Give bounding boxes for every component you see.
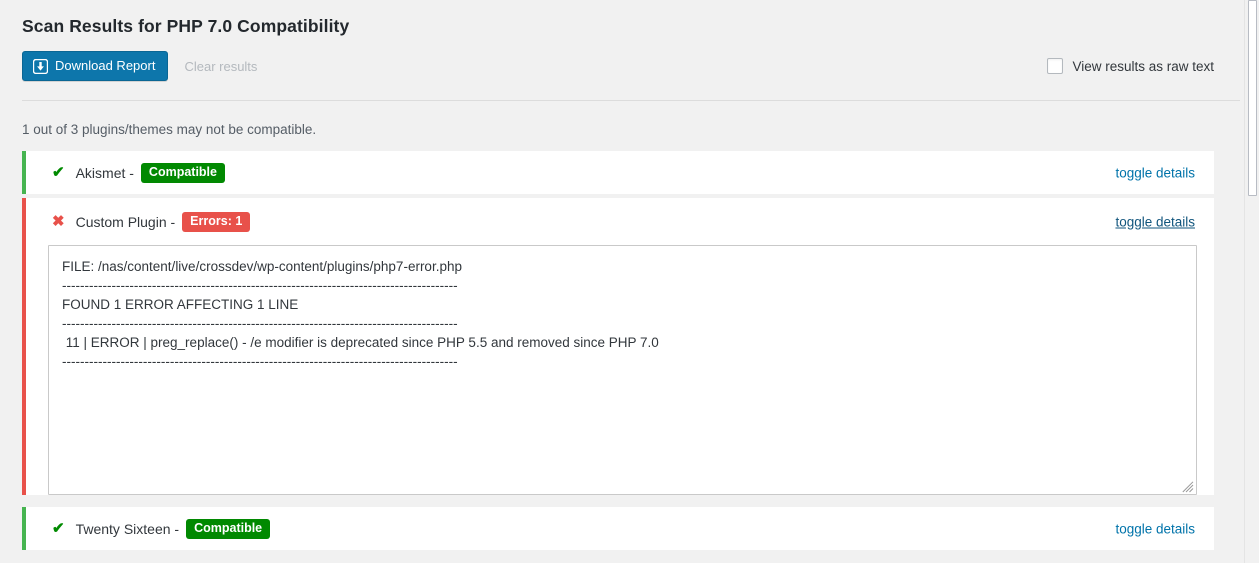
clear-results-button[interactable]: Clear results [184,59,257,74]
result-item: ✔ Twenty Sixteen - Compatible toggle det… [22,507,1214,550]
status-badge: Errors: 1 [182,211,251,232]
toggle-details-link[interactable]: toggle details [1115,214,1195,229]
scan-results-page: Scan Results for PHP 7.0 Compatibility D… [0,0,1244,563]
details-textarea[interactable]: FILE: /nas/content/live/crossdev/wp-cont… [48,245,1197,495]
page-title: Scan Results for PHP 7.0 Compatibility [22,16,350,36]
result-name: Akismet - [75,164,134,181]
check-icon: ✔ [52,164,65,181]
check-icon: ✔ [52,520,65,537]
result-header[interactable]: ✖ Custom Plugin - Errors: 1 toggle detai… [26,198,1214,245]
page-scrollbar[interactable] [1244,0,1259,563]
result-name: Twenty Sixteen - [75,520,180,537]
status-badge: Compatible [140,162,225,183]
details-text: FILE: /nas/content/live/crossdev/wp-cont… [62,259,659,369]
resize-grip-icon[interactable] [1182,480,1194,493]
download-report-label: Download Report [55,58,156,73]
result-name: Custom Plugin - [75,213,176,230]
raw-text-label[interactable]: View results as raw text [1072,59,1214,74]
toggle-details-link[interactable]: toggle details [1115,165,1195,180]
action-bar: Download Report Clear results [22,51,257,81]
page-scrollbar-thumb[interactable] [1248,0,1257,196]
summary-text: 1 out of 3 plugins/themes may not be com… [22,122,317,137]
result-item: ✔ Akismet - Compatible toggle details [22,151,1214,194]
x-icon: ✖ [52,213,65,230]
result-item: ✖ Custom Plugin - Errors: 1 toggle detai… [22,198,1214,495]
toggle-details-link[interactable]: toggle details [1115,521,1195,536]
results-list: ✔ Akismet - Compatible toggle details ✖ … [22,151,1214,554]
result-header[interactable]: ✔ Akismet - Compatible toggle details [26,151,1214,194]
download-icon [33,58,48,74]
raw-text-toggle[interactable]: View results as raw text [1047,51,1214,81]
download-report-button[interactable]: Download Report [22,51,169,81]
status-badge: Compatible [186,518,271,539]
header-divider [22,100,1240,101]
result-header[interactable]: ✔ Twenty Sixteen - Compatible toggle det… [26,507,1214,550]
raw-text-checkbox[interactable] [1047,58,1064,74]
